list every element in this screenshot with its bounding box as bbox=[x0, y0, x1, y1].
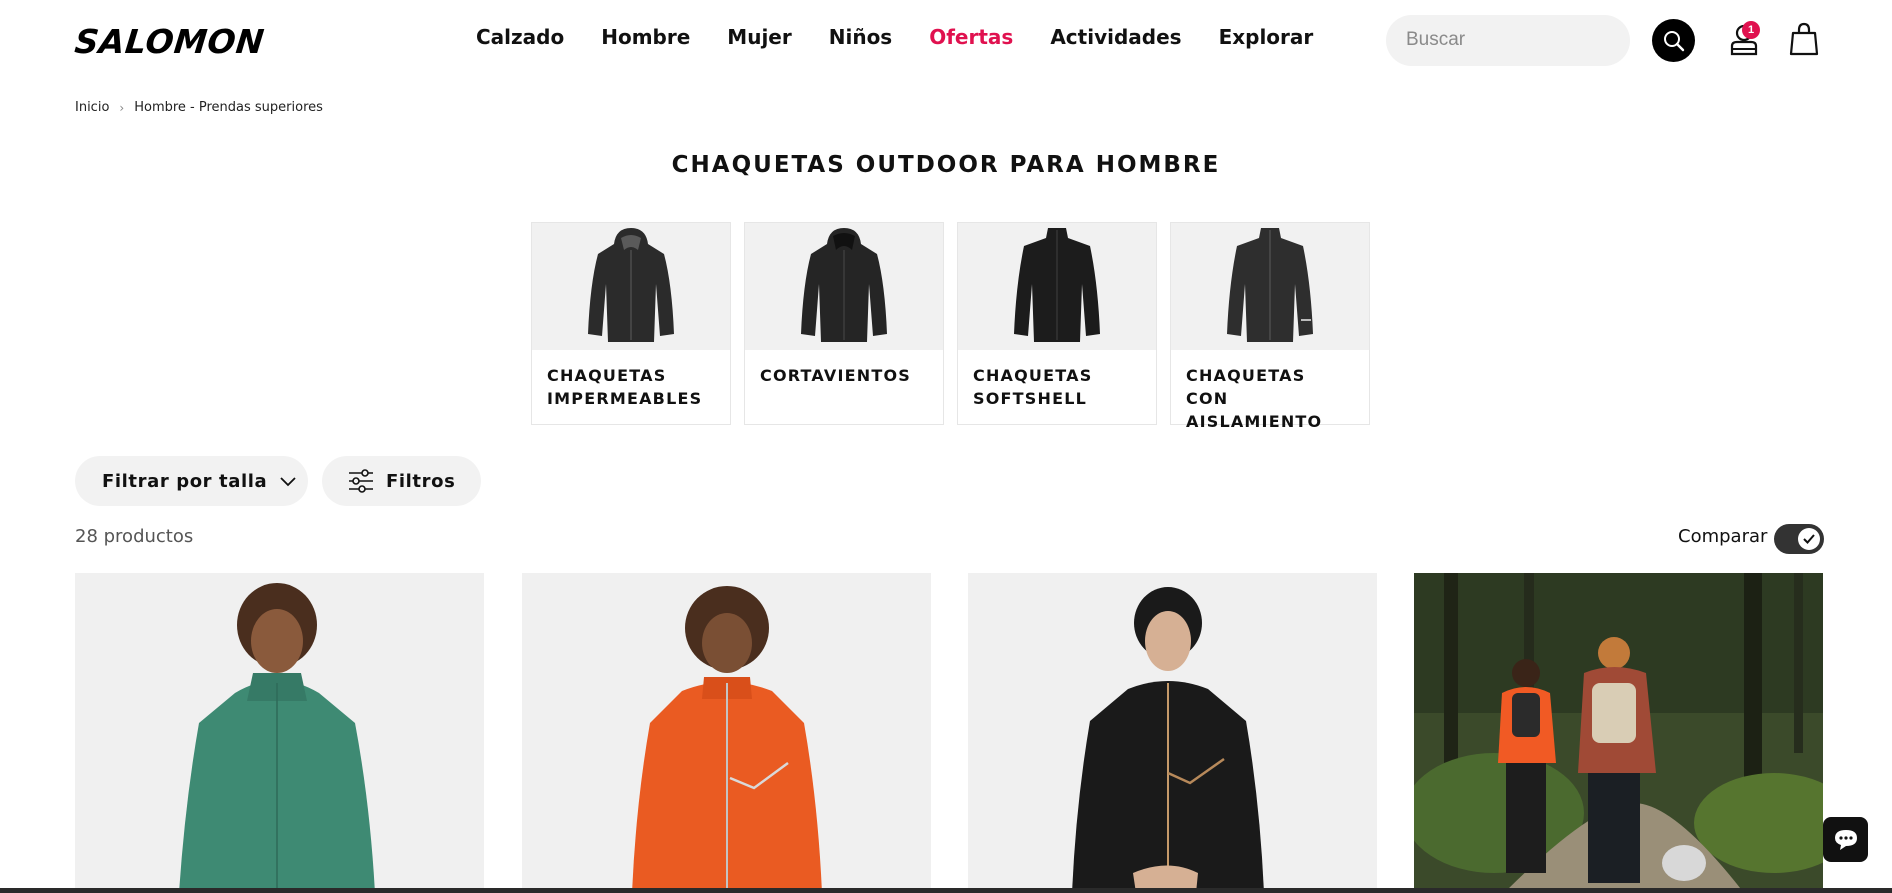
product-card[interactable] bbox=[968, 573, 1377, 893]
nav-item-explorar[interactable]: Explorar bbox=[1219, 25, 1314, 49]
product-card[interactable] bbox=[522, 573, 931, 893]
product-image bbox=[1414, 573, 1823, 893]
compare-toggle[interactable] bbox=[1774, 524, 1824, 554]
filter-by-size-label: Filtrar por talla bbox=[102, 470, 268, 492]
shopping-bag-icon[interactable] bbox=[1789, 22, 1819, 56]
nav-item-hombre[interactable]: Hombre bbox=[601, 25, 690, 49]
account-badge: 1 bbox=[1742, 21, 1760, 39]
filters-button[interactable]: Filtros bbox=[322, 456, 481, 506]
salomon-logo[interactable]: SALOMON bbox=[73, 22, 266, 61]
category-image bbox=[1171, 223, 1369, 350]
site-header: SALOMON Calzado Hombre Mujer Niños Ofert… bbox=[0, 0, 1892, 80]
filter-by-size-button[interactable]: Filtrar por talla bbox=[75, 456, 308, 506]
category-label: CHAQUETAS IMPERMEABLES bbox=[547, 366, 703, 408]
product-card[interactable] bbox=[1414, 573, 1823, 893]
product-image bbox=[522, 573, 931, 893]
breadcrumb-current[interactable]: Hombre - Prendas superiores bbox=[134, 100, 323, 115]
search-bar bbox=[1386, 15, 1630, 66]
check-icon bbox=[1798, 528, 1820, 550]
search-icon bbox=[1663, 30, 1684, 51]
sliders-icon bbox=[349, 469, 373, 493]
category-tile-aislamiento[interactable]: CHAQUETAS CON AISLAMIENTO bbox=[1170, 222, 1370, 431]
chat-icon bbox=[1834, 829, 1857, 850]
breadcrumb: Inicio › Hombre - Prendas superiores bbox=[75, 100, 323, 115]
nav-item-calzado[interactable]: Calzado bbox=[476, 25, 564, 49]
bottom-divider bbox=[0, 888, 1892, 893]
nav-item-actividades[interactable]: Actividades bbox=[1050, 25, 1181, 49]
page-title: CHAQUETAS OUTDOOR PARA HOMBRE bbox=[671, 152, 1221, 178]
compare-label: Comparar bbox=[1678, 526, 1768, 547]
category-image bbox=[745, 223, 943, 350]
category-tiles: CHAQUETAS IMPERMEABLES CORTAVIENTOS CHAQ… bbox=[531, 222, 1370, 431]
category-tile-softshell[interactable]: CHAQUETAS SOFTSHELL bbox=[957, 222, 1157, 425]
chevron-right-icon: › bbox=[119, 100, 125, 115]
product-count: 28 productos bbox=[75, 526, 194, 547]
nav-item-mujer[interactable]: Mujer bbox=[727, 25, 791, 49]
category-image bbox=[958, 223, 1156, 350]
breadcrumb-home[interactable]: Inicio bbox=[75, 100, 109, 115]
nav-item-ofertas[interactable]: Ofertas bbox=[929, 25, 1013, 49]
chat-button[interactable] bbox=[1823, 817, 1868, 862]
filters-label: Filtros bbox=[386, 470, 456, 492]
category-tile-impermeables[interactable]: CHAQUETAS IMPERMEABLES bbox=[531, 222, 731, 425]
category-label: CORTAVIENTOS bbox=[760, 366, 912, 385]
category-label: CHAQUETAS SOFTSHELL bbox=[973, 366, 1093, 408]
chevron-down-icon bbox=[280, 477, 296, 487]
nav-item-ninos[interactable]: Niños bbox=[829, 25, 892, 49]
product-image bbox=[75, 573, 484, 893]
product-card[interactable] bbox=[75, 573, 484, 893]
product-image bbox=[968, 573, 1377, 893]
search-button[interactable] bbox=[1652, 19, 1695, 62]
category-label: CHAQUETAS CON AISLAMIENTO bbox=[1186, 366, 1323, 431]
category-tile-cortavientos[interactable]: CORTAVIENTOS bbox=[744, 222, 944, 425]
search-input[interactable] bbox=[1406, 27, 1586, 53]
category-image bbox=[532, 223, 730, 350]
main-nav: Calzado Hombre Mujer Niños Ofertas Activ… bbox=[476, 25, 1350, 49]
